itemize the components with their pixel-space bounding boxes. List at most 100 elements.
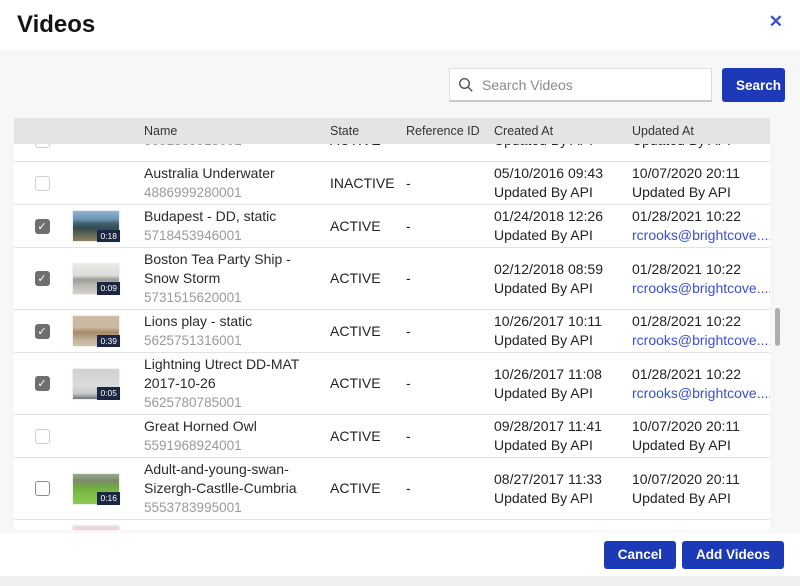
created-at-cell: Updated By API <box>486 144 624 150</box>
updated-date: 01/28/2021 10:22 <box>632 260 770 279</box>
updated-at-cell: 01/28/2021 10:22 rcrooks@brightcove.... <box>624 312 770 350</box>
reference-id-cell: - <box>398 217 486 236</box>
state-cell: ACTIVE <box>322 217 398 236</box>
row-checkbox[interactable] <box>35 429 50 444</box>
created-at-cell: 09/28/2017 11:41 Updated By API <box>486 417 624 455</box>
table-row[interactable]: Lightning-Utrecht 08/27/2017 10:52 10/07… <box>14 520 770 530</box>
video-name: Boston Tea Party Ship - Snow Storm <box>144 250 314 288</box>
row-checkbox[interactable] <box>35 176 50 191</box>
updated-by[interactable]: rcrooks@brightcove.... <box>632 331 770 350</box>
table-row[interactable]: ✓ 0:09 Boston Tea Party Ship - Snow Stor… <box>14 248 770 310</box>
row-checkbox[interactable] <box>35 481 50 496</box>
row-checkbox[interactable]: ✓ <box>35 271 50 286</box>
video-thumbnail[interactable]: 0:09 <box>72 263 120 295</box>
duration-badge: 0:39 <box>97 335 120 348</box>
search-input[interactable] <box>482 77 703 93</box>
reference-id-cell: - <box>398 427 486 446</box>
created-at-cell: 08/27/2017 11:33 Updated By API <box>486 470 624 508</box>
video-name: Australia Underwater <box>144 164 314 183</box>
duration-badge: 0:09 <box>97 282 120 295</box>
created-at-cell: 10/26/2017 11:08 Updated By API <box>486 365 624 403</box>
table-row[interactable]: Great Horned Owl 5591968924001 ACTIVE - … <box>14 415 770 458</box>
video-id: 5553783995001 <box>144 498 314 517</box>
table-row[interactable]: ✓ 0:05 Lightning Utrect DD-MAT 2017-10-2… <box>14 353 770 415</box>
videos-modal: Videos ✕ Search NameStateReference IDCre… <box>0 0 800 586</box>
created-date: 08/27/2017 11:33 <box>494 470 616 489</box>
video-id: 5591968924001 <box>144 436 314 455</box>
created-date: 01/24/2018 12:26 <box>494 207 616 226</box>
video-thumbnail[interactable]: 0:39 <box>72 315 120 347</box>
name-cell: Great Horned Owl 5591968924001 <box>136 417 322 455</box>
search-button[interactable]: Search <box>722 68 785 102</box>
updated-by[interactable]: rcrooks@brightcove.... <box>632 226 770 245</box>
video-id: 5625780785001 <box>144 393 314 412</box>
reference-id-cell: - <box>398 269 486 288</box>
video-id: 5625751316001 <box>144 331 314 350</box>
checkbox-cell <box>14 481 70 496</box>
updated-at-cell: 01/28/2021 10:22 rcrooks@brightcove.... <box>624 260 770 298</box>
search-box <box>449 68 712 102</box>
updated-by: Updated By API <box>632 144 762 150</box>
reference-id-cell: - <box>398 374 486 393</box>
video-thumbnail[interactable]: 0:05 <box>72 368 120 400</box>
search-icon <box>458 77 474 93</box>
updated-at-cell: 01/28/2021 10:22 rcrooks@brightcove.... <box>624 365 770 403</box>
created-date: 05/10/2016 09:43 <box>494 164 616 183</box>
thumbnail-cell <box>70 420 136 452</box>
cancel-button[interactable]: Cancel <box>604 541 676 569</box>
reference-id-cell: - <box>398 479 486 498</box>
video-thumbnail[interactable] <box>72 525 120 531</box>
updated-at-cell: 10/07/2020 20:11 Updated By API <box>624 470 770 508</box>
search-row: Search <box>449 68 785 102</box>
created-by: Updated By API <box>494 331 616 350</box>
updated-at-cell: 10/07/2020 20:11 Updated By API <box>624 164 770 202</box>
video-id: 5731515620001 <box>144 288 314 307</box>
updated-date: 10/07/2020 20:11 <box>632 164 762 183</box>
video-name: Lions play - static <box>144 312 314 331</box>
updated-at-cell: Updated By API <box>624 144 770 150</box>
row-checkbox[interactable]: ✓ <box>35 376 50 391</box>
row-checkbox[interactable] <box>35 144 50 148</box>
checkbox-cell: ✓ <box>14 376 70 391</box>
video-thumbnail[interactable]: 0:16 <box>72 473 120 505</box>
table-row[interactable]: 0:16 Adult-and-young-swan-Sizergh-Castll… <box>14 458 770 520</box>
column-header-name: Name <box>136 124 322 138</box>
thumbnail-cell <box>70 525 136 531</box>
video-name: Great Horned Owl <box>144 417 314 436</box>
state-cell: ACTIVE <box>322 144 398 150</box>
video-name: Budapest - DD, static <box>144 207 314 226</box>
add-videos-button[interactable]: Add Videos <box>682 541 784 569</box>
thumbnail-cell: 0:09 <box>70 263 136 295</box>
table-row[interactable]: 3851389913001 ACTIVE - Updated By API Up… <box>14 144 770 162</box>
updated-by[interactable]: rcrooks@brightcove.... <box>632 279 770 298</box>
column-header-created-at: Created At <box>486 124 624 138</box>
name-cell: Lightning Utrect DD-MAT 2017-10-26 56257… <box>136 355 322 412</box>
row-checkbox[interactable]: ✓ <box>35 324 50 339</box>
updated-date: 10/07/2020 20:11 <box>632 417 762 436</box>
table-row[interactable]: Australia Underwater 4886999280001 INACT… <box>14 162 770 205</box>
video-id: 3851389913001 <box>144 144 314 150</box>
state-cell: ACTIVE <box>322 269 398 288</box>
duration-badge: 0:18 <box>97 230 120 243</box>
updated-by: Updated By API <box>632 436 762 455</box>
state-cell: ACTIVE <box>322 322 398 341</box>
updated-by[interactable]: rcrooks@brightcove.... <box>632 384 770 403</box>
row-checkbox[interactable]: ✓ <box>35 219 50 234</box>
thumbnail-cell: 0:16 <box>70 473 136 505</box>
video-thumbnail[interactable]: 0:18 <box>72 210 120 242</box>
table-body: 3851389913001 ACTIVE - Updated By API Up… <box>14 144 770 530</box>
created-date: 10/26/2017 10:11 <box>494 312 616 331</box>
updated-date: 10/07/2020 20:11 <box>632 470 762 489</box>
name-cell: Australia Underwater 4886999280001 <box>136 164 322 202</box>
table-scrollbar-thumb[interactable] <box>775 308 780 346</box>
checkbox-cell: ✓ <box>14 271 70 286</box>
table-row[interactable]: ✓ 0:39 Lions play - static 5625751316001… <box>14 310 770 353</box>
state-cell: INACTIVE <box>322 174 398 193</box>
table-row[interactable]: ✓ 0:18 Budapest - DD, static 57184539460… <box>14 205 770 248</box>
modal-footer: Cancel Add Videos <box>0 533 800 576</box>
created-by: Updated By API <box>494 183 616 202</box>
checkbox-cell <box>14 429 70 444</box>
created-by: Updated By API <box>494 489 616 508</box>
state-cell: ACTIVE <box>322 374 398 393</box>
close-icon[interactable]: ✕ <box>764 10 788 34</box>
